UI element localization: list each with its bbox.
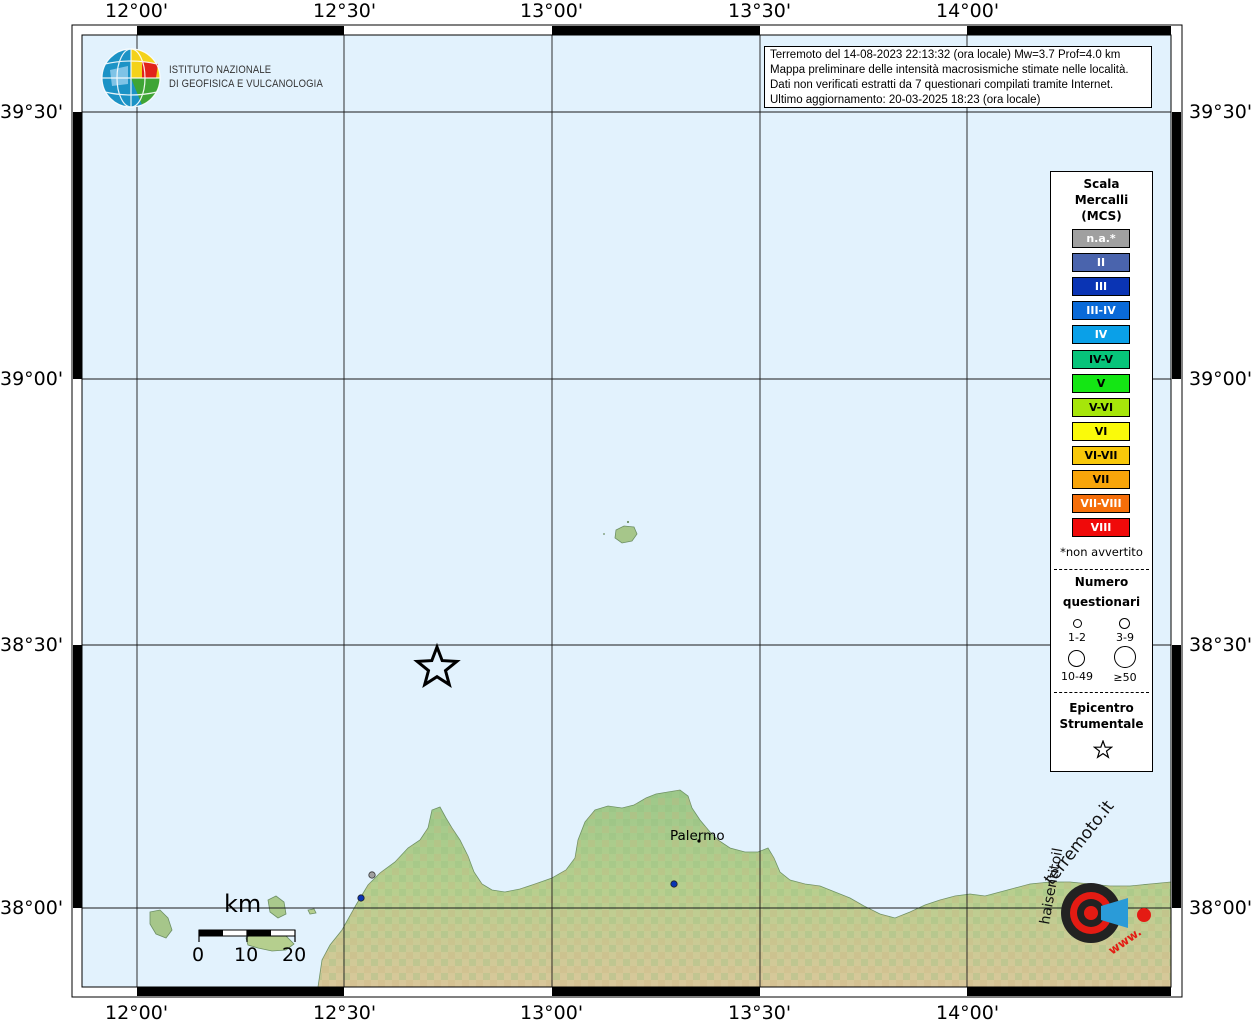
size-class-label: 3-9	[1116, 631, 1134, 644]
size-marker-xlarge-icon	[1114, 646, 1136, 668]
scale-tick-label: 10	[234, 944, 259, 966]
city-label-palermo: Palermo	[670, 828, 725, 844]
lon-label-top: 12°00'	[105, 0, 169, 22]
event-info-line: Ultimo aggiornamento: 20-03-2025 18:23 (…	[770, 94, 1041, 106]
lon-label-top: 14°00'	[936, 0, 1000, 22]
intensity-point-iii[interactable]	[670, 880, 678, 888]
lat-label-right: 39°00'	[1189, 368, 1253, 390]
mcs-class-swatch: V-VI	[1072, 397, 1130, 417]
legend-title-line3: (MCS)	[1081, 209, 1122, 223]
mcs-class-swatch: III-IV	[1072, 301, 1130, 321]
lat-label-left: 38°30'	[0, 634, 64, 656]
mcs-class-swatch: IV	[1072, 325, 1130, 345]
size-class-label: 1-2	[1068, 631, 1086, 644]
size-class-label: 10-49	[1061, 670, 1093, 683]
event-info-box: Terremoto del 14-08-2023 22:13:32 (ora l…	[764, 46, 1152, 108]
size-marker-medium-icon	[1119, 618, 1130, 629]
mcs-class-swatch: V	[1072, 373, 1130, 393]
intensity-point-na[interactable]	[368, 871, 376, 879]
frame-bottom	[137, 987, 1171, 996]
map-page: terremoto.it haisentitoil www. 12°00' 12…	[0, 0, 1254, 1024]
frame-top	[82, 26, 1171, 35]
count-title-line2: questionari	[1062, 595, 1141, 609]
epicenter-title-line2: Strumentale	[1059, 717, 1144, 731]
lat-label-left: 38°00'	[0, 897, 64, 919]
event-info-line: Mappa preliminare delle intensità macros…	[770, 64, 1129, 76]
lon-label-bottom: 13°00'	[520, 1002, 584, 1024]
mcs-class-swatch: VII-VIII	[1072, 494, 1130, 514]
scale-tick-label: 0	[192, 944, 205, 966]
lat-label-left: 39°00'	[0, 368, 64, 390]
scale-tick-label: 20	[282, 944, 307, 966]
lon-label-bottom: 12°00'	[105, 1002, 169, 1024]
event-info-line: Dati non verificati estratti da 7 questi…	[770, 79, 1114, 91]
mcs-class-swatch: VIII	[1072, 518, 1130, 538]
not-felt-note: *non avvertito	[1060, 545, 1143, 559]
scale-unit-label: km	[224, 890, 262, 918]
intensity-legend: Scala Mercalli (MCS) n.a.* II III III-IV IV I…	[1050, 171, 1153, 772]
lat-label-left: 39°30'	[0, 101, 64, 123]
institute-name-line1: ISTITUTO NAZIONALE	[169, 64, 272, 76]
institute-name-line2: DI GEOFISICA E VULCANOLOGIA	[169, 78, 323, 90]
lon-label-bottom: 14°00'	[936, 1002, 1000, 1024]
institute-name: ISTITUTO NAZIONALE DI GEOFISICA E VULCAN…	[169, 63, 323, 91]
lat-label-right: 38°30'	[1189, 634, 1253, 656]
mcs-class-swatch: II	[1072, 253, 1130, 273]
size-marker-small-icon	[1073, 619, 1082, 628]
legend-title-line1: Scala	[1083, 177, 1120, 191]
lon-label-top: 12°30'	[313, 0, 377, 22]
mcs-class-swatch: IV-V	[1072, 349, 1130, 369]
mcs-class-swatch: III	[1072, 277, 1130, 297]
legend-title-line2: Mercalli	[1074, 193, 1129, 207]
legend-divider	[1054, 569, 1149, 570]
size-class-label: ≥50	[1113, 671, 1137, 684]
lat-label-right: 39°30'	[1189, 101, 1253, 123]
lon-label-top: 13°30'	[728, 0, 792, 22]
lon-label-bottom: 12°30'	[313, 1002, 377, 1024]
count-title-line1: Numero	[1074, 575, 1129, 589]
legend-divider	[1054, 692, 1149, 693]
lon-label-bottom: 13°30'	[728, 1002, 792, 1024]
mcs-class-swatch: VI	[1072, 421, 1130, 441]
mcs-class-swatch: VII	[1072, 470, 1130, 489]
intensity-point-iii[interactable]	[357, 894, 365, 902]
lat-label-right: 38°00'	[1189, 897, 1253, 919]
mcs-class-swatch: VI-VII	[1072, 445, 1130, 465]
size-marker-large-icon	[1068, 650, 1085, 667]
epicenter-title-line1: Epicentro	[1069, 701, 1134, 715]
ingv-logo-icon	[101, 48, 161, 108]
mcs-class-swatch: n.a.*	[1072, 229, 1130, 248]
lon-label-top: 13°00'	[520, 0, 584, 22]
epicenter-legend-star-icon	[1093, 740, 1113, 759]
event-info-line: Terremoto del 14-08-2023 22:13:32 (ora l…	[770, 49, 1121, 61]
